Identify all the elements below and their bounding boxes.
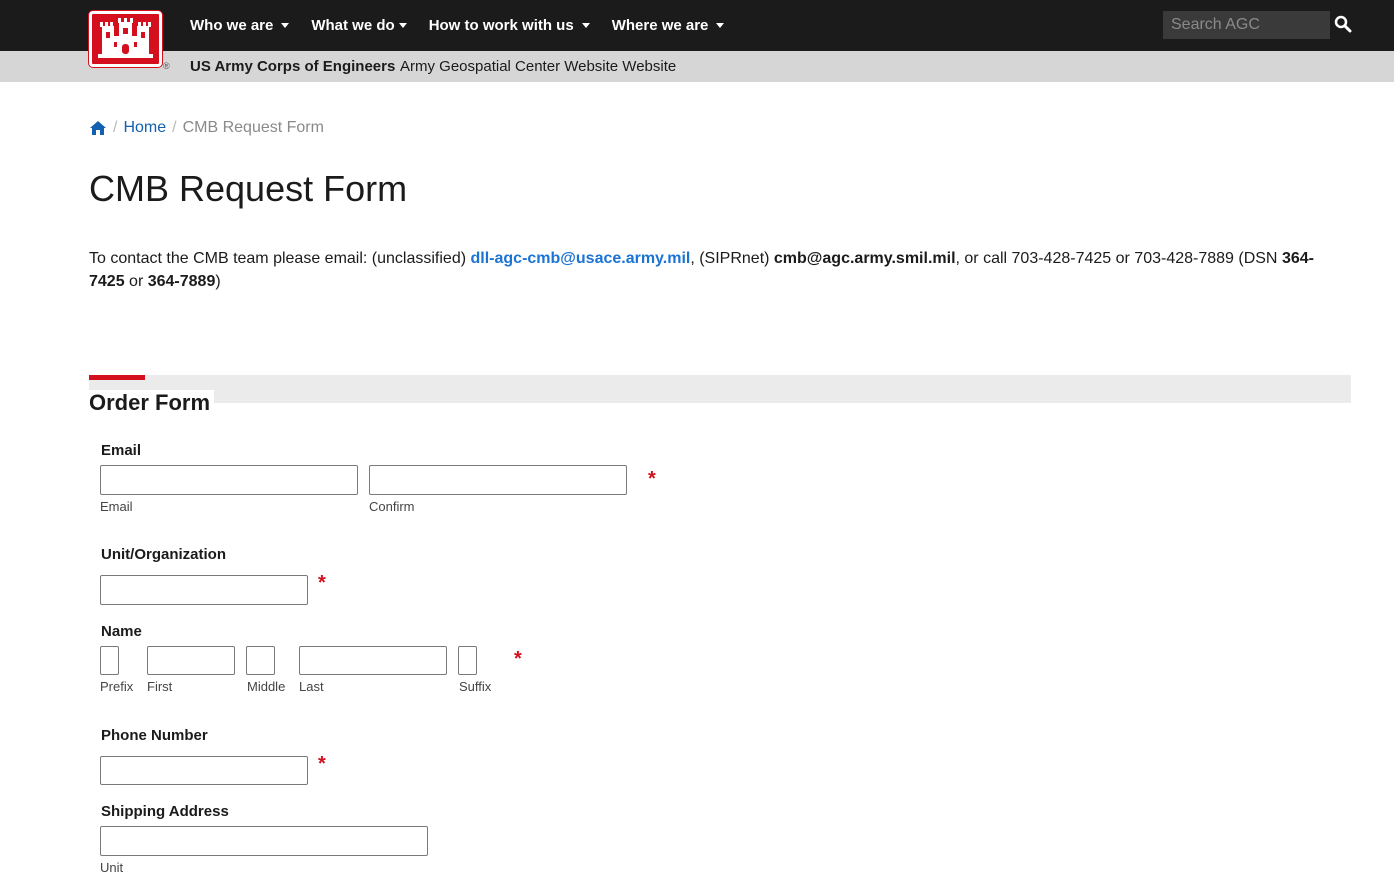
unit-sublabel: Unit (100, 860, 124, 875)
dsn-number-2: 364-7889 (147, 273, 216, 290)
search-icon (1334, 15, 1352, 33)
search-input[interactable] (1163, 11, 1330, 39)
breadcrumb-current: CMB Request Form (182, 119, 324, 136)
caret-down-icon (581, 23, 590, 28)
breadcrumb-separator: / (172, 119, 177, 136)
name-prefix-field[interactable] (100, 646, 119, 675)
required-indicator: * (318, 572, 326, 594)
site-identity-bar: US Army Corps of Engineers Army Geospati… (0, 51, 1394, 82)
name-middle-field[interactable] (246, 646, 275, 675)
page-title: CMB Request Form (89, 168, 408, 209)
breadcrumb-separator: / (113, 119, 118, 136)
required-indicator: * (648, 468, 656, 490)
name-suffix-field[interactable] (458, 646, 477, 675)
nav-label: Who we are (190, 17, 274, 34)
last-sublabel: Last (299, 679, 324, 694)
section-accent-bar (89, 375, 145, 380)
breadcrumb: / Home / CMB Request Form (89, 119, 324, 137)
site-name: Army Geospatial Center Website Website (400, 58, 677, 75)
unit-organization-field[interactable] (100, 575, 308, 605)
confirm-sublabel: Confirm (369, 499, 415, 514)
nav-who-we-are[interactable]: Who we are (190, 17, 290, 34)
caret-down-icon (281, 23, 290, 28)
required-indicator: * (318, 753, 326, 775)
phone-number-label: Phone Number (101, 727, 208, 744)
email-confirm-field[interactable] (369, 465, 627, 495)
email-label: Email (101, 442, 142, 459)
required-indicator: * (514, 648, 522, 670)
suffix-sublabel: Suffix (459, 679, 492, 694)
email-field[interactable] (100, 465, 358, 495)
main-nav: Who we are What we do How to work with u… (190, 0, 746, 51)
nav-label: Where we are (611, 17, 709, 34)
middle-sublabel: Middle (247, 679, 286, 694)
shipping-unit-field[interactable] (100, 826, 428, 856)
shipping-address-label: Shipping Address (101, 803, 229, 820)
prefix-sublabel: Prefix (100, 679, 134, 694)
nav-label: What we do (311, 17, 395, 34)
org-name[interactable]: US Army Corps of Engineers (190, 58, 395, 75)
castle-icon (98, 18, 153, 58)
order-form-title: Order Form (89, 390, 215, 416)
phone-number-field[interactable] (100, 756, 308, 785)
unit-organization-label: Unit/Organization (101, 546, 226, 563)
nav-how-to-work-with-us[interactable]: How to work with us (429, 17, 590, 34)
sipr-email: cmb@agc.army.smil.mil (773, 250, 956, 267)
usace-castle-logo[interactable] (89, 11, 162, 67)
name-first-field[interactable] (147, 646, 235, 675)
contact-paragraph: To contact the CMB team please email: (u… (89, 247, 1339, 293)
contact-text: To contact the CMB team please email: (u… (89, 250, 471, 267)
unclassified-email-link[interactable]: dll-agc-cmb@usace.army.mil (471, 250, 691, 267)
section-header-band (89, 375, 1351, 403)
first-sublabel: First (147, 679, 173, 694)
contact-text: , (SIPRnet) (690, 250, 774, 267)
nav-where-we-are[interactable]: Where we are (612, 17, 725, 34)
contact-text: or (124, 273, 148, 290)
nav-what-we-do[interactable]: What we do (311, 17, 407, 34)
registered-mark: ® (163, 61, 170, 71)
email-sublabel: Email (100, 499, 133, 514)
contact-text: , or call 703-428-7425 or 703-428-7889 (… (955, 250, 1282, 267)
name-last-field[interactable] (299, 646, 447, 675)
breadcrumb-home[interactable]: Home (123, 119, 166, 137)
caret-down-icon (398, 23, 407, 28)
name-label: Name (101, 623, 142, 640)
contact-text: ) (215, 273, 221, 290)
nav-label: How to work with us (428, 17, 574, 34)
search-button[interactable] (1334, 15, 1352, 33)
home-breadcrumb-link[interactable] (89, 120, 107, 136)
caret-down-icon (716, 23, 725, 28)
home-icon (90, 121, 106, 135)
